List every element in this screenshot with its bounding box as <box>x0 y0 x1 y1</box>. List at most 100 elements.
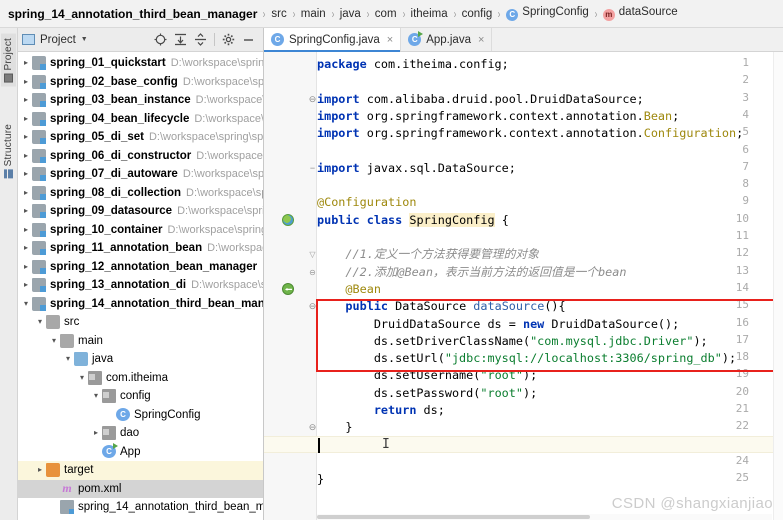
tree-node-pom-xml[interactable]: m pom.xml <box>18 479 263 498</box>
gear-icon[interactable] <box>222 33 235 46</box>
chevron-right-icon[interactable]: ▸ <box>90 424 102 442</box>
locate-icon[interactable] <box>154 33 167 46</box>
expand-all-icon[interactable] <box>174 33 187 46</box>
sidebar-tab-structure[interactable]: Structure <box>1 120 16 182</box>
breadcrumb-item-config[interactable]: config <box>462 8 493 20</box>
bean-gutter-icon[interactable] <box>282 282 294 295</box>
chevron-right-icon[interactable]: ▸ <box>20 165 32 183</box>
chevron-right-icon[interactable]: ▸ <box>20 128 32 146</box>
blue-folder <box>74 352 88 367</box>
breadcrumb-item-src[interactable]: src <box>271 8 286 20</box>
module-folder <box>32 296 46 311</box>
code-fold-marker[interactable]: ▽ <box>308 246 317 263</box>
tree-node-label: SpringConfig <box>134 408 201 421</box>
chevron-right-icon[interactable]: ▸ <box>20 147 32 165</box>
chevron-right-icon[interactable]: ▸ <box>20 91 32 109</box>
tree-node-target[interactable]: ▸ target <box>18 461 263 480</box>
tree-node-spring-02-base-config[interactable]: ▸ spring_02_base_config D:\workspace\sprin… <box>18 73 263 92</box>
tree-node-spring-01-quickstart[interactable]: ▸ spring_01_quickstart D:\workspace\spring… <box>18 54 263 73</box>
breadcrumb-separator: › <box>497 6 501 21</box>
module-folder <box>32 241 46 256</box>
tree-node-config[interactable]: ▾ config <box>18 387 263 406</box>
tree-node-label: spring_08_di_collection <box>50 186 182 199</box>
tree-node-label: target <box>64 464 94 477</box>
tree-node-spring-05-di-set[interactable]: ▸ spring_05_di_set D:\workspace\spring\spr… <box>18 128 263 147</box>
tree-node-label: spring_10_container <box>50 223 163 236</box>
tree-node-spring-13-annotation-di[interactable]: ▸ spring_13_annotation_di D:\workspace\spr… <box>18 276 263 295</box>
breadcrumb-item-datasource[interactable]: m dataSource <box>602 6 678 21</box>
spring-bean-gutter-icon[interactable] <box>282 213 294 226</box>
breadcrumb-item-java[interactable]: java <box>340 8 361 20</box>
chevron-down-icon[interactable]: ▾ <box>20 295 32 313</box>
breadcrumb-item-main[interactable]: main <box>301 8 326 20</box>
code-token: "root" <box>480 368 523 383</box>
tree-node-app[interactable]: C App <box>18 443 263 462</box>
breadcrumb-separator: › <box>594 6 598 21</box>
close-icon[interactable]: × <box>387 34 393 46</box>
chevron-right-icon[interactable]: ▸ <box>20 184 32 202</box>
tree-node-spring-11-annotation-bean[interactable]: ▸ spring_11_annotation_bean D:\workspace\s <box>18 239 263 258</box>
sidebar-tab-project[interactable]: Project <box>1 34 16 87</box>
tree-node-path: D:\workspace\spring <box>182 168 263 181</box>
code-fold-marker[interactable]: ⊖ <box>308 423 317 432</box>
tree-node-spring-12-annotation-bean-manager[interactable]: ▸ spring_12_annotation_bean_manager D:\w <box>18 258 263 277</box>
tree-node-spring-04-bean-lifecycle[interactable]: ▸ spring_04_bean_lifecycle D:\workspace\sp… <box>18 110 263 129</box>
tree-node-external-libraries[interactable]: ▸External Libraries <box>18 517 263 520</box>
editor-body[interactable]: 1 2 3 ⊖ 4 5 6 7−8 9 10 11 12 ▽ 13 ⊖ 14 15 ⊖ 16 17 18 19 20 21 22… <box>264 52 783 520</box>
chevron-down-icon[interactable]: ▾ <box>90 387 102 405</box>
tree-node-src[interactable]: ▾ src <box>18 313 263 332</box>
project-panel-header: Project ▼ <box>18 28 263 52</box>
close-icon[interactable]: × <box>478 34 484 46</box>
editor-tab-springconfig-java[interactable]: C SpringConfig.java × <box>264 28 402 52</box>
chevron-right-icon[interactable]: ▸ <box>20 202 32 220</box>
tree-node-spring-06-di-constructor[interactable]: ▸ spring_06_di_constructor D:\workspace\sp… <box>18 147 263 166</box>
project-tree[interactable]: ▸ spring_01_quickstart D:\workspace\spring… <box>18 52 263 520</box>
chevron-right-icon[interactable]: ▸ <box>20 221 32 239</box>
chevron-down-icon[interactable]: ▾ <box>34 313 46 331</box>
tree-node-spring-10-container[interactable]: ▸ spring_10_container D:\workspace\spring\… <box>18 221 263 240</box>
breadcrumb-item-label: main <box>300 7 326 20</box>
grey-folder <box>46 315 60 330</box>
tree-node-label: spring_14_annotation_third_bean_manager <box>78 501 263 514</box>
breadcrumb-root[interactable]: spring_14_annotation_third_bean_manager <box>8 7 257 21</box>
horizontal-scrollbar[interactable] <box>317 514 772 520</box>
code-fold-marker[interactable]: − <box>308 163 317 173</box>
chevron-down-icon[interactable]: ▾ <box>62 350 74 368</box>
chevron-down-icon[interactable]: ▼ <box>81 36 88 43</box>
collapse-all-icon[interactable] <box>194 33 207 46</box>
chevron-right-icon[interactable]: ▸ <box>20 258 32 276</box>
code-line-21: return ds; <box>317 402 445 419</box>
breadcrumb-item-itheima[interactable]: itheima <box>411 8 448 20</box>
chevron-right-icon[interactable]: ▸ <box>20 54 32 72</box>
tree-node-spring-09-datasource[interactable]: ▸ spring_09_datasource D:\workspace\spring… <box>18 202 263 221</box>
chevron-right-icon[interactable]: ▸ <box>34 461 46 479</box>
code-fold-marker[interactable]: ⊖ <box>308 302 317 311</box>
chevron-right-icon[interactable]: ▸ <box>20 110 32 128</box>
tree-node-spring-08-di-collection[interactable]: ▸ spring_08_di_collection D:\workspace\spr… <box>18 184 263 203</box>
tree-node-spring-14-annotation-third-bean-manager[interactable]: spring_14_annotation_third_bean_manager <box>18 498 263 517</box>
tree-node-main[interactable]: ▾ main <box>18 332 263 351</box>
tree-node-java[interactable]: ▾ java <box>18 350 263 369</box>
tree-node-springconfig[interactable]: C SpringConfig <box>18 406 263 425</box>
code-fold-marker[interactable]: ⊖ <box>308 94 317 104</box>
chevron-right-icon[interactable]: ▸ <box>20 73 32 91</box>
tree-node-path: D:\workspace\sprin <box>194 112 263 125</box>
tree-node-com-itheima[interactable]: ▾ com.itheima <box>18 369 263 388</box>
editor-tab-app-java[interactable]: C App.java × <box>401 28 493 51</box>
tree-node-spring-14-annotation-third-bean-manager[interactable]: ▾ spring_14_annotation_third_bean_manager <box>18 295 263 314</box>
breadcrumb-item-springconfig[interactable]: C SpringConfig <box>506 6 589 21</box>
chevron-right-icon[interactable]: ▸ <box>20 239 32 257</box>
code-line-16: DruidDataSource ds = new DruidDataSource… <box>317 316 679 333</box>
tree-node-spring-03-bean-instance[interactable]: ▸ spring_03_bean_instance D:\workspace\spr… <box>18 91 263 110</box>
code-content[interactable]: package com.itheima.config; import com.al… <box>317 52 783 520</box>
tree-node-spring-07-di-autoware[interactable]: ▸ spring_07_di_autoware D:\workspace\sprin… <box>18 165 263 184</box>
chevron-down-icon[interactable]: ▾ <box>76 369 88 387</box>
code-fold-marker[interactable]: ⊖ <box>308 264 317 281</box>
chevron-right-icon[interactable]: ▸ <box>20 276 32 294</box>
chevron-down-icon[interactable]: ▾ <box>48 332 60 350</box>
breadcrumb-item-com[interactable]: com <box>375 8 397 20</box>
code-line-19: ds.setUsername("root"); <box>317 367 537 384</box>
editor-scrollbar[interactable] <box>773 52 783 520</box>
tree-node-dao[interactable]: ▸ dao <box>18 424 263 443</box>
minimize-icon[interactable] <box>242 33 255 46</box>
